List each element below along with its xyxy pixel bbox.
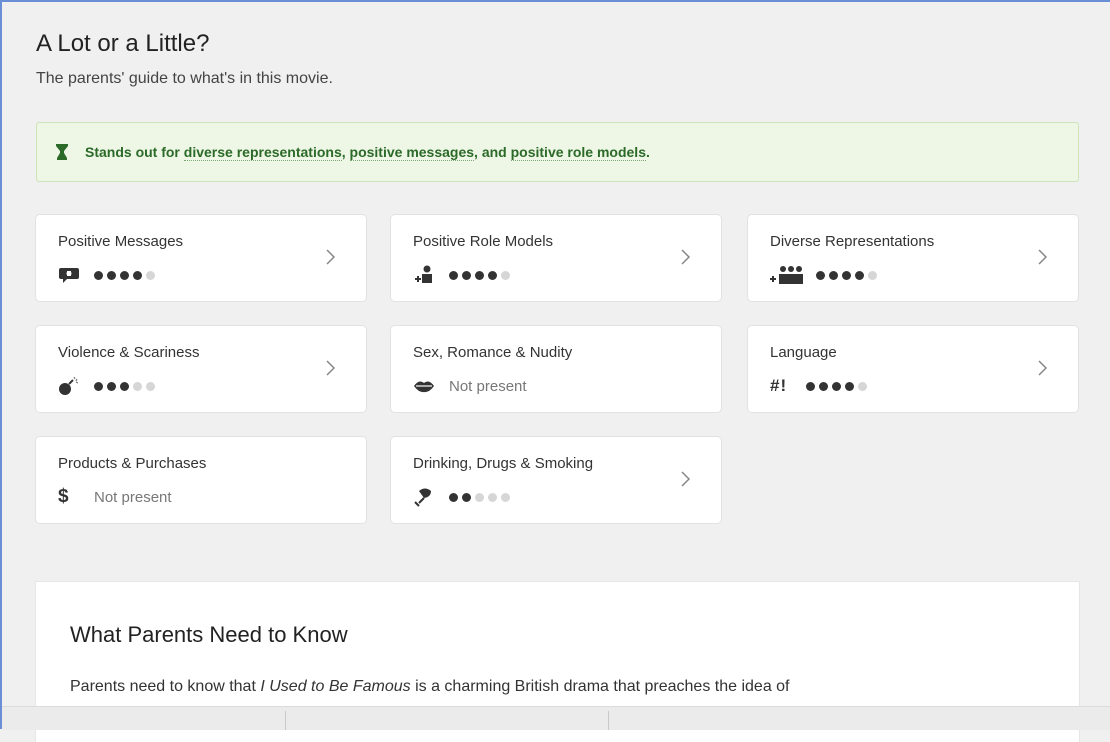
- standout-banner: Stands out for diverse representations ,…: [36, 122, 1079, 182]
- standout-sep: , and: [474, 144, 511, 160]
- rating-dot-empty: [475, 492, 484, 502]
- tab-divider: [285, 711, 286, 730]
- rating-dot-empty: [146, 381, 155, 391]
- bottom-tab-bar: [2, 706, 1110, 730]
- know-paragraph: Parents need to know that I Used to Be F…: [70, 678, 790, 696]
- status-not-present: Not present: [94, 488, 172, 506]
- standout-link-messages[interactable]: positive messages: [349, 144, 475, 161]
- hashbang-icon: #!: [770, 376, 788, 395]
- section-title: A Lot or a Little?: [36, 30, 210, 57]
- lips-icon: [413, 376, 439, 396]
- chevron-right-icon: [326, 360, 336, 376]
- card-label: Diverse Representations: [770, 233, 935, 250]
- chevron-right-icon: [1038, 360, 1048, 376]
- card-diverse-representations[interactable]: Diverse Representations: [748, 215, 1078, 301]
- rating-dot-filled: [832, 381, 841, 391]
- rating-dot-filled: [462, 492, 471, 502]
- rating-dot-filled: [94, 381, 103, 391]
- section-header: A Lot or a Little? The parents' guide to…: [36, 30, 333, 88]
- rating-dots: [94, 270, 155, 280]
- speech-bubble-icon: [58, 265, 84, 285]
- rating-dot-filled: [845, 381, 854, 391]
- rating-dot-filled: [462, 270, 471, 280]
- rating-dots: [449, 270, 510, 280]
- card-label: Positive Role Models: [413, 233, 554, 250]
- card-label: Violence & Scariness: [58, 344, 200, 361]
- role-model-icon: [413, 265, 439, 285]
- trophy-icon: [56, 144, 68, 160]
- dollar-icon: $: [58, 486, 69, 507]
- rating-dot-filled: [855, 270, 864, 280]
- rating-dots: [816, 270, 877, 280]
- card-label: Sex, Romance & Nudity: [413, 344, 573, 361]
- card-language[interactable]: Language #!: [748, 326, 1078, 412]
- card-label: Products & Purchases: [58, 455, 207, 472]
- card-positive-messages[interactable]: Positive Messages: [36, 215, 366, 301]
- know-text: is a charming British drama that preache…: [410, 678, 790, 695]
- rating-dot-filled: [806, 381, 815, 391]
- chevron-right-icon: [681, 249, 691, 265]
- section-subtitle: The parents' guide to what's in this mov…: [36, 70, 333, 87]
- rating-dots: [806, 381, 867, 391]
- standout-link-role-models[interactable]: positive role models: [510, 144, 646, 161]
- chevron-right-icon: [326, 249, 336, 265]
- standout-suffix: .: [645, 144, 650, 160]
- card-label: Positive Messages: [58, 233, 184, 250]
- rating-dots: [449, 492, 510, 502]
- card-products-purchases[interactable]: Products & Purchases $ Not present: [36, 437, 366, 523]
- card-label: Language: [770, 344, 837, 361]
- know-text: Parents need to know that: [70, 678, 261, 695]
- rating-dot-empty: [868, 270, 877, 280]
- rating-dot-filled: [449, 492, 458, 502]
- rating-dot-filled: [107, 270, 116, 280]
- rating-dots: [94, 381, 155, 391]
- standout-prefix: Stands out for: [85, 144, 184, 160]
- glass-icon: [413, 487, 439, 507]
- rating-dot-filled: [488, 270, 497, 280]
- card-violence-scariness[interactable]: Violence & Scariness: [36, 326, 366, 412]
- rating-dot-filled: [120, 381, 129, 391]
- movie-title: I Used to Be Famous: [260, 678, 411, 695]
- group-icon: [770, 265, 806, 285]
- rating-dot-empty: [488, 492, 497, 502]
- card-positive-role-models[interactable]: Positive Role Models: [391, 215, 721, 301]
- rating-dot-empty: [858, 381, 867, 391]
- rating-dot-filled: [133, 270, 142, 280]
- bomb-icon: [58, 376, 84, 396]
- rating-dot-filled: [94, 270, 103, 280]
- card-drinking-drugs-smoking[interactable]: Drinking, Drugs & Smoking: [391, 437, 721, 523]
- card-label: Drinking, Drugs & Smoking: [413, 455, 594, 472]
- rating-dot-filled: [107, 381, 116, 391]
- card-sex-romance-nudity[interactable]: Sex, Romance & Nudity Not present: [391, 326, 721, 412]
- rating-dot-empty: [133, 381, 142, 391]
- rating-dot-filled: [842, 270, 851, 280]
- rating-dot-empty: [501, 270, 510, 280]
- rating-dot-filled: [816, 270, 825, 280]
- rating-dot-empty: [146, 270, 155, 280]
- rating-dot-filled: [829, 270, 838, 280]
- rating-dot-filled: [819, 381, 828, 391]
- standout-sep: ,: [341, 144, 350, 160]
- know-heading: What Parents Need to Know: [70, 622, 348, 647]
- rating-dot-filled: [475, 270, 484, 280]
- standout-link-diverse[interactable]: diverse representations: [183, 144, 342, 161]
- chevron-right-icon: [681, 471, 691, 487]
- rating-dot-empty: [501, 492, 510, 502]
- rating-dot-filled: [449, 270, 458, 280]
- chevron-right-icon: [1038, 249, 1048, 265]
- tab-divider: [608, 711, 609, 730]
- rating-dot-filled: [120, 270, 129, 280]
- status-not-present: Not present: [449, 377, 527, 395]
